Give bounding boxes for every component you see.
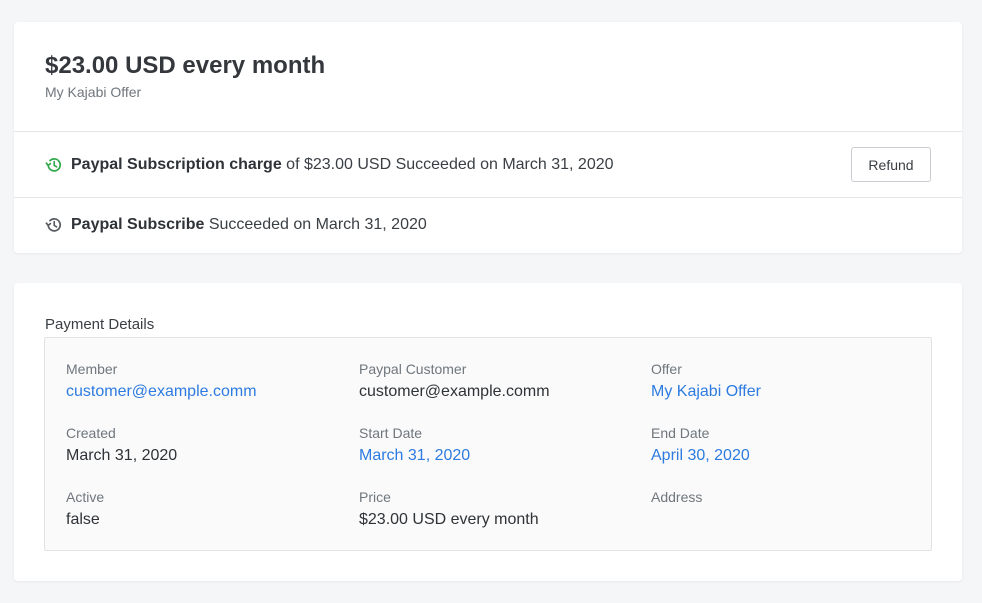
offer-subtitle: My Kajabi Offer	[45, 84, 142, 100]
event-detail: Succeeded on March 31, 2020	[204, 216, 427, 233]
offer-label: Offer	[651, 361, 682, 377]
active-value: false	[66, 511, 100, 528]
member-field: Member customer@example.comm	[66, 360, 257, 402]
subscription-card: $23.00 USD every month My Kajabi Offer P…	[14, 22, 962, 253]
end-date-label: End Date	[651, 425, 710, 441]
event-detail: of $23.00 USD Succeeded on March 31, 202…	[281, 155, 614, 173]
event-description: Paypal Subscribe Succeeded on March 31, …	[71, 216, 427, 234]
event-row-subscribe: Paypal Subscribe Succeeded on March 31, …	[14, 198, 962, 252]
paypal-customer-field: Paypal Customer customer@example.comm	[359, 360, 550, 402]
active-label: Active	[66, 489, 105, 505]
offer-field: Offer My Kajabi Offer	[651, 360, 761, 402]
member-label: Member	[66, 361, 118, 377]
created-field: Created March 31, 2020	[66, 424, 177, 466]
start-date-link[interactable]: March 31, 2020	[359, 446, 470, 466]
paypal-customer-label: Paypal Customer	[359, 361, 467, 377]
event-description: Paypal Subscription charge of $23.00 USD…	[71, 156, 614, 174]
active-field: Active false	[66, 488, 104, 530]
end-date-link[interactable]: April 30, 2020	[651, 446, 750, 466]
payment-details-heading: Payment Details	[45, 316, 155, 333]
payment-details-card: Payment Details Member customer@example.…	[14, 283, 962, 581]
created-label: Created	[66, 425, 116, 441]
start-date-label: Start Date	[359, 425, 423, 441]
member-link[interactable]: customer@example.comm	[66, 382, 257, 402]
payment-details-box: Member customer@example.comm Paypal Cust…	[44, 337, 932, 551]
event-row-charge: Paypal Subscription charge of $23.00 USD…	[14, 132, 962, 198]
offer-link[interactable]: My Kajabi Offer	[651, 382, 761, 402]
created-value: March 31, 2020	[66, 447, 178, 464]
history-icon	[45, 156, 63, 174]
event-name: Paypal Subscribe	[71, 216, 205, 233]
event-name: Paypal Subscription charge	[71, 155, 282, 173]
paypal-customer-value: customer@example.comm	[359, 383, 550, 400]
history-icon	[45, 216, 63, 234]
refund-button[interactable]: Refund	[851, 147, 931, 182]
start-date-field: Start Date March 31, 2020	[359, 424, 470, 466]
address-field: Address	[651, 488, 702, 510]
page-title: $23.00 USD every month	[45, 52, 326, 79]
price-value: $23.00 USD every month	[359, 511, 539, 528]
price-label: Price	[359, 489, 391, 505]
subscription-header: $23.00 USD every month My Kajabi Offer	[14, 22, 962, 132]
end-date-field: End Date April 30, 2020	[651, 424, 750, 466]
address-label: Address	[651, 489, 703, 505]
price-field: Price $23.00 USD every month	[359, 488, 539, 530]
